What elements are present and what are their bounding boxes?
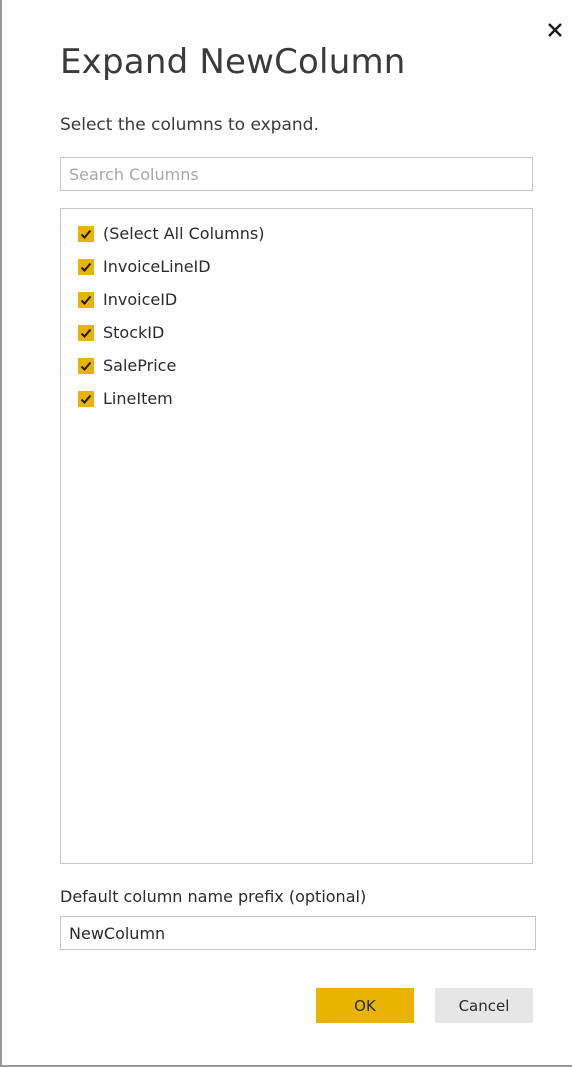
expand-column-dialog: Expand NewColumn Select the columns to e… [0,0,572,1067]
checkbox[interactable] [78,225,94,242]
checkbox[interactable] [78,291,94,308]
column-label: InvoiceLineID [103,257,211,276]
checkbox[interactable] [78,390,94,407]
checkbox[interactable] [78,258,94,275]
checkmark-icon [80,295,92,305]
column-label: LineItem [103,389,173,408]
search-columns-input[interactable] [60,157,533,191]
checkmark-icon [80,394,92,404]
dialog-subtitle: Select the columns to expand. [60,115,319,135]
column-item-select-all[interactable]: (Select All Columns) [61,217,532,250]
column-item-invoicelineid[interactable]: InvoiceLineID [61,250,532,283]
prefix-label: Default column name prefix (optional) [60,887,367,906]
column-prefix-input[interactable] [60,916,536,950]
column-list: (Select All Columns) InvoiceLineID Invoi… [60,208,533,864]
dialog-title: Expand NewColumn [60,42,406,82]
column-item-saleprice[interactable]: SalePrice [61,349,532,382]
column-item-lineitem[interactable]: LineItem [61,382,532,415]
column-item-stockid[interactable]: StockID [61,316,532,349]
ok-button[interactable]: OK [316,988,414,1023]
checkmark-icon [80,229,92,239]
cancel-button[interactable]: Cancel [435,988,533,1023]
checkbox[interactable] [78,324,94,341]
column-label: StockID [103,323,165,342]
column-item-invoiceid[interactable]: InvoiceID [61,283,532,316]
column-label: SalePrice [103,356,177,375]
column-label: InvoiceID [103,290,178,309]
checkmark-icon [80,262,92,272]
checkmark-icon [80,328,92,338]
close-icon [548,23,562,37]
close-button[interactable] [542,16,568,44]
checkmark-icon [80,361,92,371]
checkbox[interactable] [78,357,94,374]
column-label: (Select All Columns) [103,224,265,243]
